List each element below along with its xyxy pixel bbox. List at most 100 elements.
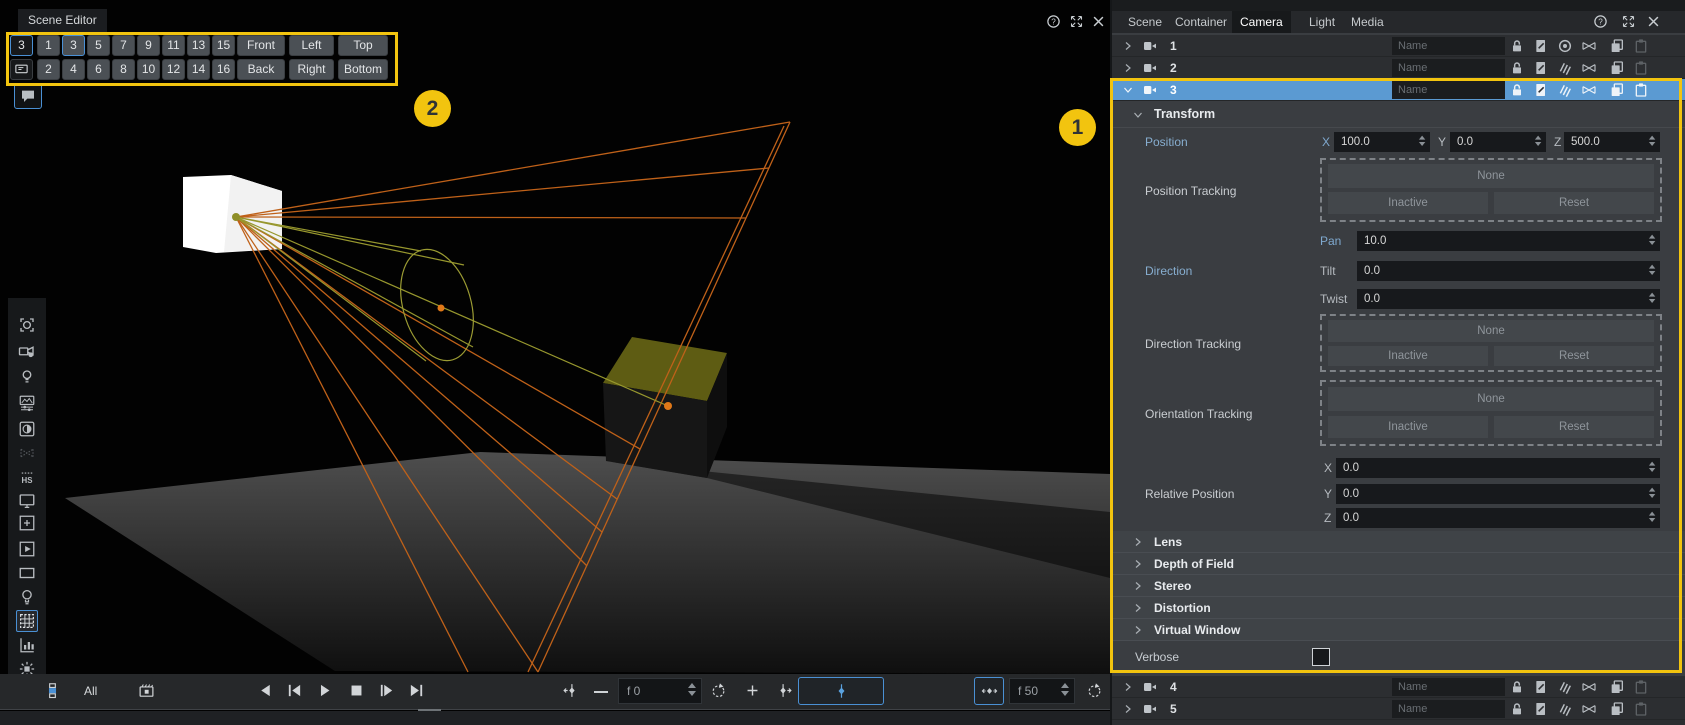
position-y-field[interactable]: 0.0 <box>1450 132 1546 152</box>
annotation-icon[interactable] <box>1533 82 1550 99</box>
view-button-7[interactable]: 7 <box>112 35 135 56</box>
bulb-icon[interactable] <box>16 586 38 608</box>
reset-button[interactable]: Reset <box>1494 416 1654 438</box>
lock-icon[interactable] <box>1509 679 1526 696</box>
headsup-icon[interactable]: HS <box>16 468 38 490</box>
step-forward-icon[interactable] <box>376 680 396 700</box>
spinner[interactable] <box>1535 136 1542 149</box>
annotation-icon[interactable] <box>1533 679 1550 696</box>
spinner[interactable] <box>1649 265 1656 278</box>
frustum-icon[interactable] <box>1581 38 1598 55</box>
grid-icon[interactable] <box>16 610 38 632</box>
spinner[interactable] <box>1649 136 1656 149</box>
position-x-field[interactable]: 100.0 <box>1334 132 1430 152</box>
spinner[interactable] <box>1649 235 1656 248</box>
frame-end-field[interactable]: f 50 <box>1009 678 1075 704</box>
reset-button[interactable]: Reset <box>1494 346 1654 366</box>
none-button[interactable]: None <box>1328 387 1654 411</box>
hidden-icon[interactable] <box>1557 701 1574 718</box>
section-stereo[interactable]: Stereo <box>1112 575 1685 597</box>
hidden-icon[interactable] <box>1557 679 1574 696</box>
expand-icon[interactable] <box>1122 39 1136 53</box>
view-button-16[interactable]: 16 <box>212 59 235 80</box>
focus-icon[interactable] <box>16 314 38 336</box>
paste-icon[interactable] <box>1633 38 1650 55</box>
bounds-icon[interactable] <box>16 562 38 584</box>
inactive-button[interactable]: Inactive <box>1328 192 1488 214</box>
panel-maximize-icon[interactable] <box>1620 13 1637 30</box>
verbose-checkbox[interactable] <box>1312 648 1330 666</box>
view-button-bottom[interactable]: Bottom <box>338 59 388 80</box>
camera-row-3-selected[interactable]: 3 Name <box>1112 79 1685 101</box>
view-button-2[interactable]: 2 <box>37 59 60 80</box>
frustum-icon[interactable] <box>1581 701 1598 718</box>
3d-viewport[interactable] <box>0 0 1110 674</box>
transform-section-header[interactable]: Transform <box>1112 101 1685 128</box>
keyframe-prev-icon[interactable] <box>560 680 580 700</box>
expand-icon[interactable] <box>1122 680 1136 694</box>
frustum-icon[interactable] <box>1581 60 1598 77</box>
section-distortion[interactable]: Distortion <box>1112 597 1685 619</box>
tilt-field[interactable]: 0.0 <box>1357 261 1660 281</box>
lock-icon[interactable] <box>1509 38 1526 55</box>
none-button[interactable]: None <box>1328 164 1654 188</box>
environment-icon[interactable] <box>16 392 38 414</box>
view-button-1[interactable]: 1 <box>37 35 60 56</box>
camera-name-input[interactable]: Name <box>1392 37 1505 55</box>
position-z-field[interactable]: 500.0 <box>1564 132 1660 152</box>
jump-end-icon[interactable] <box>406 680 426 700</box>
tab-light[interactable]: Light <box>1301 11 1343 33</box>
inactive-button[interactable]: Inactive <box>1328 416 1488 438</box>
pan-field[interactable]: 10.0 <box>1357 231 1660 251</box>
view-button-13[interactable]: 13 <box>187 35 210 56</box>
annotation-icon[interactable] <box>1533 60 1550 77</box>
preview-icon[interactable] <box>16 538 38 560</box>
view-button-front[interactable]: Front <box>237 35 285 56</box>
view-button-4[interactable]: 4 <box>62 59 85 80</box>
section-lens[interactable]: Lens <box>1112 531 1685 553</box>
speech-bubble-icon[interactable] <box>14 83 42 109</box>
view-button-3[interactable]: 3 <box>62 35 85 56</box>
paste-icon[interactable] <box>1633 701 1650 718</box>
expand-icon[interactable] <box>1122 61 1136 75</box>
view-button-14[interactable]: 14 <box>187 59 210 80</box>
hidden-icon[interactable] <box>1557 82 1574 99</box>
copy-icon[interactable] <box>1609 82 1626 99</box>
frustum-inactive-icon[interactable] <box>16 442 38 464</box>
relative-y-field[interactable]: 0.0 <box>1336 484 1660 504</box>
relative-x-field[interactable]: 0.0 <box>1336 458 1660 478</box>
annotation-icon[interactable] <box>1533 38 1550 55</box>
camera-name-input[interactable]: Name <box>1392 700 1505 718</box>
camera-visibility-icon[interactable] <box>16 340 38 362</box>
view-button-11[interactable]: 11 <box>162 35 185 56</box>
copy-icon[interactable] <box>1609 701 1626 718</box>
view-button-6[interactable]: 6 <box>87 59 110 80</box>
frustum-icon[interactable] <box>1581 679 1598 696</box>
keyframe-mode-button[interactable] <box>798 677 884 705</box>
jump-start-icon[interactable] <box>284 680 304 700</box>
view-button-5[interactable]: 5 <box>87 35 110 56</box>
play-icon[interactable] <box>314 680 334 700</box>
stats-icon[interactable] <box>16 634 38 656</box>
plus-icon[interactable] <box>742 680 762 700</box>
camera-row-2[interactable]: 2 Name <box>1112 57 1685 79</box>
filter-all-button[interactable]: All <box>84 684 97 698</box>
section-depth-of-field[interactable]: Depth of Field <box>1112 553 1685 575</box>
camera-name-input[interactable]: Name <box>1392 59 1505 77</box>
spinner[interactable] <box>1649 512 1656 525</box>
keyframe-next-icon[interactable] <box>774 680 794 700</box>
view-button-8[interactable]: 8 <box>112 59 135 80</box>
camera-row-5[interactable]: 5 Name <box>1112 698 1685 720</box>
play-reverse-icon[interactable] <box>255 680 275 700</box>
loop-end-icon[interactable] <box>1084 680 1104 700</box>
paste-icon[interactable] <box>1633 82 1650 99</box>
view-button-top[interactable]: Top <box>338 35 388 56</box>
tab-media[interactable]: Media <box>1343 11 1392 33</box>
tab-scene[interactable]: Scene <box>1120 11 1170 33</box>
active-view-button[interactable]: 3 <box>10 35 33 56</box>
tab-camera[interactable]: Camera <box>1232 11 1291 33</box>
hidden-icon[interactable] <box>1557 60 1574 77</box>
expand-icon[interactable] <box>1122 702 1136 716</box>
panel-close-icon[interactable] <box>1645 13 1662 30</box>
inactive-button[interactable]: Inactive <box>1328 346 1488 366</box>
